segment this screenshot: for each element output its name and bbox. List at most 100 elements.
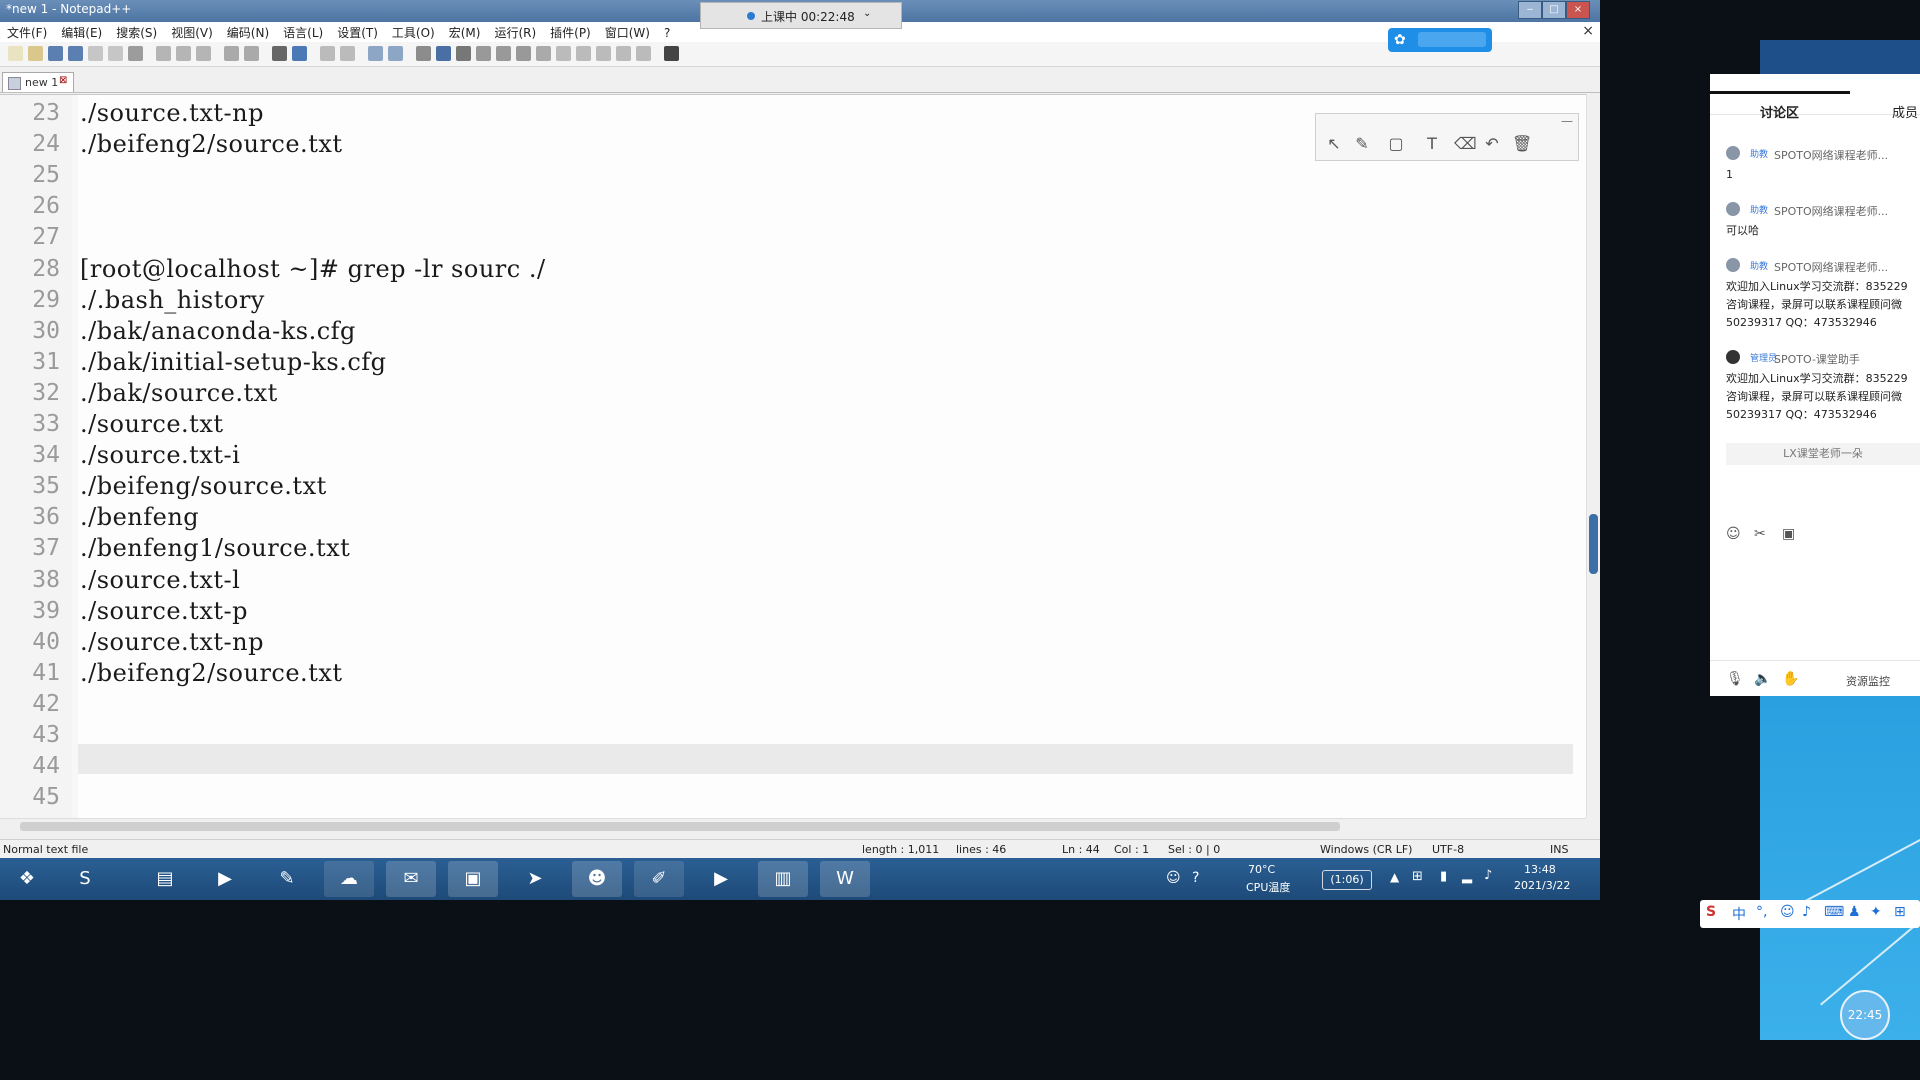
taskbar-app-edit[interactable]: ✎ [262, 861, 312, 897]
text-tool-icon[interactable]: T [1422, 134, 1442, 153]
annotation-minimize-icon[interactable]: — [1561, 114, 1573, 128]
menu-search[interactable]: 搜索(S) [109, 23, 164, 41]
chevron-down-icon[interactable]: ⌄ [863, 8, 871, 19]
pen-icon[interactable]: ✎ [1352, 134, 1372, 153]
code-line[interactable]: ./.bash_history [80, 286, 265, 314]
sync-horizontal-icon[interactable] [388, 46, 403, 61]
tray-network-icon[interactable]: ⊞ [1412, 869, 1423, 884]
taskbar-app-wechat[interactable]: ✉ [386, 861, 436, 897]
code-line[interactable]: ./bak/source.txt [80, 379, 278, 407]
keyboard-icon[interactable]: ⌨ [1824, 904, 1844, 920]
menu-help[interactable]: ? [657, 23, 677, 41]
taskbar-app-explorer[interactable]: ▤ [140, 861, 190, 897]
horizontal-scrollbar[interactable] [0, 818, 1586, 834]
macro-stop-icon[interactable] [576, 46, 591, 61]
cloud-sync-badge[interactable]: ✿ [1388, 28, 1492, 52]
zoom-in-icon[interactable] [320, 46, 335, 61]
print-icon[interactable] [128, 46, 143, 61]
code-line[interactable]: ./beifeng2/source.txt [80, 659, 343, 687]
user-icon[interactable]: ♟ [1848, 904, 1861, 920]
punctuation-icon[interactable]: °, [1756, 904, 1767, 920]
undo-annotation-icon[interactable]: ↶ [1482, 134, 1502, 153]
taskbar-app-monitor[interactable]: ▥ [758, 861, 808, 897]
word-wrap-icon[interactable] [416, 46, 431, 61]
code-line[interactable]: ./source.txt-l [80, 566, 240, 594]
taskbar-app-media[interactable]: ▶ [200, 861, 250, 897]
taskbar-app-wps[interactable]: W [820, 861, 870, 897]
menu-settings[interactable]: 设置(T) [330, 23, 385, 41]
menu-macro[interactable]: 宏(M) [442, 23, 488, 41]
code-line[interactable]: ./beifeng2/source.txt [80, 130, 343, 158]
tray-app-icon[interactable]: ☺ [1166, 870, 1181, 886]
code-line[interactable]: ./benfeng [80, 503, 199, 531]
voice-icon[interactable]: ♪ [1802, 904, 1811, 920]
vertical-scroll-thumb[interactable] [1589, 514, 1598, 574]
eraser-icon[interactable]: ⌫ [1454, 134, 1477, 153]
cut-icon[interactable] [156, 46, 171, 61]
redo-icon[interactable] [244, 46, 259, 61]
grid-icon[interactable]: ⊞ [1894, 904, 1906, 920]
undo-icon[interactable] [224, 46, 239, 61]
recording-bar[interactable]: 上课中 00:22:48 ⌄ [700, 2, 902, 29]
scissors-icon[interactable]: ✂ [1754, 526, 1766, 542]
paste-icon[interactable] [196, 46, 211, 61]
clock-date[interactable]: 2021/3/22 [1514, 879, 1570, 892]
menu-tools[interactable]: 工具(O) [385, 23, 442, 41]
trash-icon[interactable]: 🗑 [1512, 134, 1532, 153]
zoom-out-icon[interactable] [340, 46, 355, 61]
menu-edit[interactable]: 编辑(E) [54, 23, 109, 41]
code-line[interactable]: ./source.txt-p [80, 597, 248, 625]
code-line[interactable]: ./bak/initial-setup-ks.cfg [80, 348, 387, 376]
text-editor[interactable]: 23 ./source.txt-np 24 ./beifeng2/source.txt… [0, 94, 1586, 819]
code-line[interactable]: ./source.txt-np [80, 628, 264, 656]
function-list-icon[interactable] [496, 46, 511, 61]
open-file-icon[interactable] [28, 46, 43, 61]
tab-new-1[interactable]: new 1 ⊠ [2, 72, 74, 92]
code-line[interactable]: ./source.txt [80, 410, 224, 438]
menu-plugins[interactable]: 插件(P) [543, 23, 598, 41]
resource-monitor-label[interactable]: 资源监控 [1846, 673, 1890, 689]
taskbar-app-avatar[interactable]: ☻ [572, 861, 622, 897]
menu-encoding[interactable]: 编码(N) [220, 23, 276, 41]
image-icon[interactable]: ▣ [1782, 526, 1795, 542]
tab-discussion[interactable]: 讨论区 [1760, 102, 1799, 121]
save-all-icon[interactable] [68, 46, 83, 61]
menu-run[interactable]: 运行(R) [487, 23, 543, 41]
microphone-icon[interactable]: 🎙 [1726, 671, 1744, 687]
hand-icon[interactable]: ✋ [1782, 671, 1799, 687]
replace-icon[interactable] [292, 46, 307, 61]
menu-window[interactable]: 窗口(W) [598, 23, 657, 41]
code-line[interactable]: ./bak/anaconda-ks.cfg [80, 317, 356, 345]
spell-check-icon[interactable] [664, 46, 679, 61]
taskbar-app-cloud[interactable]: ☁ [324, 861, 374, 897]
save-icon[interactable] [48, 46, 63, 61]
macro-run-multiple-icon[interactable] [616, 46, 631, 61]
taskbar-app-1[interactable]: S [60, 861, 110, 897]
macro-record-icon[interactable] [556, 46, 571, 61]
tab-close-icon[interactable]: ⊠ [59, 75, 67, 86]
menu-file[interactable]: 文件(F) [0, 23, 54, 41]
clock-time[interactable]: 13:48 [1524, 863, 1556, 876]
speaker-icon[interactable]: 🔈 [1754, 671, 1771, 687]
maximize-button[interactable]: □ [1542, 1, 1566, 19]
start-button[interactable]: ❖ [2, 861, 46, 897]
code-line[interactable]: ./benfeng1/source.txt [80, 534, 350, 562]
code-line[interactable]: ./source.txt-i [80, 441, 240, 469]
emoji-ime-icon[interactable]: ☺ [1780, 904, 1795, 920]
emoji-icon[interactable]: ☺ [1726, 526, 1741, 542]
rectangle-icon[interactable]: ▢ [1386, 134, 1406, 153]
tray-signal-icon[interactable]: ▂ [1462, 869, 1472, 884]
sync-vertical-icon[interactable] [368, 46, 383, 61]
pointer-icon[interactable]: ↖ [1324, 134, 1344, 153]
macro-save-icon[interactable] [636, 46, 651, 61]
code-line[interactable]: [root@localhost ~]# grep -lr sourc ./ [80, 255, 546, 283]
close-icon[interactable] [88, 46, 103, 61]
code-line[interactable]: ./beifeng/source.txt [80, 472, 327, 500]
folder-workspace-icon[interactable] [516, 46, 531, 61]
menu-language[interactable]: 语言(L) [276, 23, 330, 41]
monitoring-icon[interactable] [536, 46, 551, 61]
close-all-icon[interactable] [108, 46, 123, 61]
horizontal-scroll-thumb[interactable] [20, 822, 1340, 831]
show-all-chars-icon[interactable] [436, 46, 451, 61]
vertical-scrollbar[interactable] [1586, 94, 1600, 818]
